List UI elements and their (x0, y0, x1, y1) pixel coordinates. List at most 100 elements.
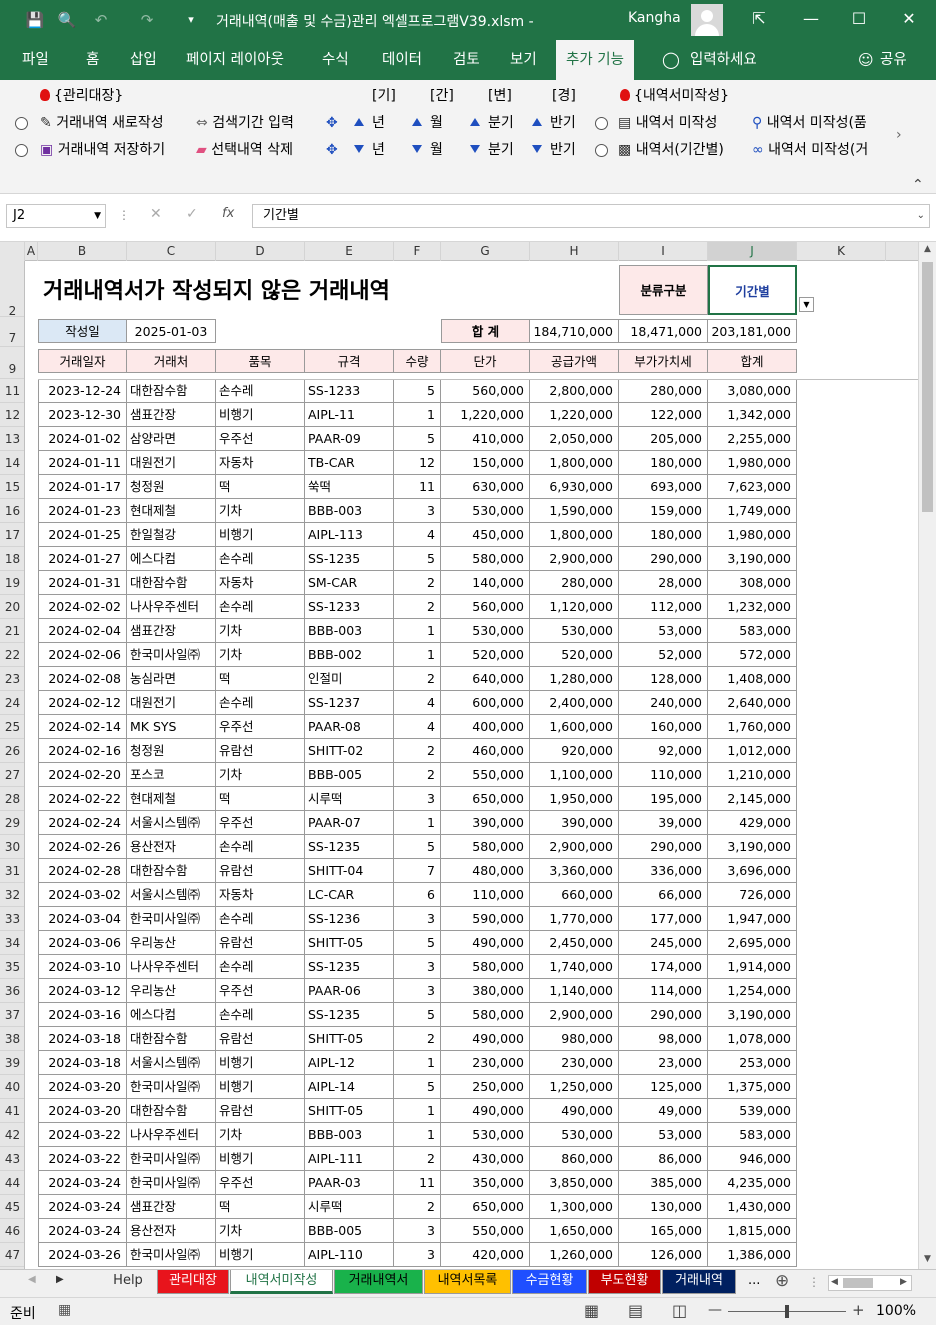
table-cell[interactable]: 1,232,000 (708, 595, 797, 619)
table-cell[interactable]: SS-1235 (305, 955, 394, 979)
table-cell[interactable]: 에스다컴 (127, 1003, 216, 1027)
column-header[interactable]: E (305, 242, 394, 261)
user-name[interactable]: Kangha (628, 10, 681, 26)
table-cell[interactable]: 98,000 (619, 1027, 708, 1051)
year-up-button[interactable]: 년 (354, 114, 385, 132)
table-cell[interactable]: PAAR-03 (305, 1171, 394, 1195)
table-cell[interactable]: 4 (394, 691, 441, 715)
worksheet[interactable]: 거래내역서가 작성되지 않은 거래내역 분류구분 기간별 ▼ 작성일 2025-0… (25, 261, 918, 1269)
table-cell[interactable]: 3 (394, 979, 441, 1003)
table-cell[interactable]: 253,000 (708, 1051, 797, 1075)
table-cell[interactable]: 2024-03-24 (38, 1219, 127, 1243)
table-cell[interactable]: 대원전기 (127, 691, 216, 715)
table-cell[interactable]: 280,000 (530, 571, 619, 595)
zoom-in-icon[interactable]: + (852, 1301, 865, 1319)
table-cell[interactable]: SS-1233 (305, 595, 394, 619)
table-cell[interactable]: 590,000 (441, 907, 530, 931)
next-sheet-icon[interactable]: ▶ (56, 1274, 64, 1285)
row-header[interactable]: 22 (0, 643, 24, 667)
column-title[interactable]: 거래처 (127, 349, 216, 373)
column-header[interactable]: G (441, 242, 530, 261)
table-cell[interactable]: SS-1235 (305, 547, 394, 571)
table-cell[interactable]: 66,000 (619, 883, 708, 907)
table-cell[interactable]: 2024-01-02 (38, 427, 127, 451)
prev-sheet-icon[interactable]: ◀ (28, 1274, 36, 1285)
table-cell[interactable]: 손수레 (216, 547, 305, 571)
table-cell[interactable]: 비행기 (216, 523, 305, 547)
table-cell[interactable]: 기차 (216, 1219, 305, 1243)
table-cell[interactable]: 12 (394, 451, 441, 475)
table-cell[interactable]: 기차 (216, 643, 305, 667)
table-cell[interactable]: 샘표간장 (127, 1195, 216, 1219)
table-cell[interactable]: 2024-03-22 (38, 1123, 127, 1147)
ribbon-scroll-right-icon[interactable]: › (896, 126, 902, 144)
year-down-button[interactable]: 년 (354, 141, 385, 159)
table-cell[interactable]: 580,000 (441, 835, 530, 859)
table-cell[interactable]: 520,000 (530, 643, 619, 667)
table-cell[interactable]: 1,740,000 (530, 955, 619, 979)
table-cell[interactable]: 인절미 (305, 667, 394, 691)
table-cell[interactable]: 시루떡 (305, 1195, 394, 1219)
table-cell[interactable]: 2,900,000 (530, 547, 619, 571)
column-title[interactable]: 수량 (394, 349, 441, 373)
table-cell[interactable]: 5 (394, 931, 441, 955)
table-cell[interactable]: 1,950,000 (530, 787, 619, 811)
scroll-down-icon[interactable]: ▼ (921, 1254, 934, 1264)
table-cell[interactable]: 한국미사일㈜ (127, 1075, 216, 1099)
table-cell[interactable]: 110,000 (619, 763, 708, 787)
table-cell[interactable]: PAAR-06 (305, 979, 394, 1003)
table-cell[interactable]: 160,000 (619, 715, 708, 739)
table-cell[interactable]: 5 (394, 1075, 441, 1099)
table-cell[interactable]: 2024-03-12 (38, 979, 127, 1003)
zoom-out-icon[interactable]: — (708, 1302, 722, 1318)
table-cell[interactable]: SS-1236 (305, 907, 394, 931)
date-value[interactable]: 2025-01-03 (127, 319, 216, 343)
table-cell[interactable]: 2 (394, 763, 441, 787)
table-cell[interactable]: TB-CAR (305, 451, 394, 475)
table-cell[interactable]: 1,140,000 (530, 979, 619, 1003)
table-cell[interactable]: 180,000 (619, 523, 708, 547)
table-cell[interactable]: 550,000 (441, 763, 530, 787)
table-cell[interactable]: 2024-03-16 (38, 1003, 127, 1027)
row-header[interactable]: 18 (0, 547, 24, 571)
table-cell[interactable]: 2024-01-23 (38, 499, 127, 523)
macro-record-icon[interactable]: ▦ (58, 1302, 71, 1318)
table-cell[interactable]: 1,430,000 (708, 1195, 797, 1219)
table-cell[interactable]: 3 (394, 1219, 441, 1243)
table-cell[interactable]: 현대제철 (127, 787, 216, 811)
table-cell[interactable]: 128,000 (619, 667, 708, 691)
table-cell[interactable]: BBB-003 (305, 619, 394, 643)
table-cell[interactable]: 165,000 (619, 1219, 708, 1243)
table-cell[interactable]: 140,000 (441, 571, 530, 595)
table-cell[interactable]: 쑥떡 (305, 475, 394, 499)
radio-new[interactable] (15, 117, 28, 130)
table-cell[interactable]: 삼양라면 (127, 427, 216, 451)
table-cell[interactable]: 1,210,000 (708, 763, 797, 787)
table-cell[interactable]: 3,190,000 (708, 835, 797, 859)
table-cell[interactable]: 230,000 (441, 1051, 530, 1075)
table-cell[interactable]: 2,695,000 (708, 931, 797, 955)
table-cell[interactable]: 110,000 (441, 883, 530, 907)
share-button[interactable]: 공유 (880, 40, 907, 80)
table-cell[interactable]: 480,000 (441, 859, 530, 883)
table-cell[interactable]: 5 (394, 835, 441, 859)
table-cell[interactable]: BBB-005 (305, 1219, 394, 1243)
table-cell[interactable]: BBB-002 (305, 643, 394, 667)
table-cell[interactable]: 1 (394, 1123, 441, 1147)
table-cell[interactable]: 기차 (216, 619, 305, 643)
table-cell[interactable]: 2024-03-10 (38, 955, 127, 979)
sheet-tab[interactable]: 거래내역 (662, 1270, 736, 1294)
page-break-view-icon[interactable]: ◫ (672, 1301, 687, 1320)
table-cell[interactable]: 290,000 (619, 1003, 708, 1027)
table-cell[interactable]: 52,000 (619, 643, 708, 667)
radio-unwritten[interactable] (595, 117, 608, 130)
table-cell[interactable]: 2 (394, 739, 441, 763)
table-cell[interactable]: 2024-02-22 (38, 787, 127, 811)
table-cell[interactable]: 1,280,000 (530, 667, 619, 691)
table-cell[interactable]: 2,800,000 (530, 379, 619, 403)
table-cell[interactable]: 490,000 (441, 931, 530, 955)
table-cell[interactable]: 서울시스템㈜ (127, 1051, 216, 1075)
table-cell[interactable]: 490,000 (441, 1099, 530, 1123)
table-cell[interactable]: 대한잠수함 (127, 1099, 216, 1123)
quarter-up-button[interactable]: 분기 (470, 114, 514, 132)
